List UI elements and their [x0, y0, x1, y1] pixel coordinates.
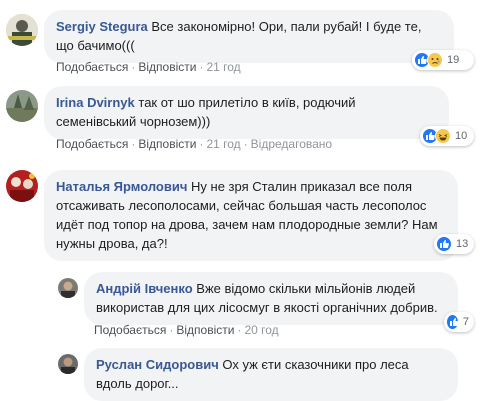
like-link[interactable]: Подобається [94, 323, 166, 337]
avatar[interactable] [58, 354, 78, 374]
reactions-summary[interactable]: 10 [420, 126, 474, 146]
comment-author[interactable]: Sergiy Stegura [56, 19, 148, 34]
sad-icon [427, 52, 443, 68]
comment-irina-dvirnyk: Irina Dvirnyk так от шо прилетіло в київ… [0, 84, 500, 156]
comment-author[interactable]: Irina Dvirnyk [56, 95, 135, 110]
avatar-image [6, 90, 38, 122]
haha-icon [435, 128, 451, 144]
like-link[interactable]: Подобається [56, 60, 128, 74]
like-link[interactable]: Подобається [56, 137, 128, 151]
comment-bubble: Sergiy Stegura Все закономірно! Ори, пал… [44, 10, 454, 63]
reactions-summary[interactable]: 19 [412, 50, 474, 70]
reply-andriy-ivchenko: Андрій Івченко Вже відомо скільки мільйо… [0, 266, 500, 338]
reaction-count: 10 [455, 130, 468, 142]
reply-link[interactable]: Відповісти [138, 137, 196, 151]
comment-author[interactable]: Наталья Ярмолович [56, 179, 187, 194]
reply-link[interactable]: Відповісти [138, 60, 196, 74]
reply-ruslan-sidorovich: Руслан Сидорович Ох уж єти сказочники пр… [0, 344, 500, 401]
reactions-summary[interactable]: 13 [434, 234, 474, 254]
avatar[interactable] [6, 14, 38, 46]
reaction-count: 7 [462, 316, 469, 328]
timestamp[interactable]: 20 год [244, 323, 278, 337]
comment-bubble: Руслан Сидорович Ох уж єти сказочники пр… [84, 348, 458, 401]
comment-author[interactable]: Андрій Івченко [96, 281, 193, 296]
reply-link[interactable]: Відповісти [176, 323, 234, 337]
reactions-summary[interactable]: 7 [444, 312, 474, 332]
comment-bubble: Irina Dvirnyk так от шо прилетіло в київ… [44, 86, 449, 139]
comment-sergiy-stegura: Sergiy Stegura Все закономірно! Ори, пал… [0, 0, 500, 80]
like-icon [446, 314, 459, 330]
avatar[interactable] [6, 170, 38, 202]
comment-author[interactable]: Руслан Сидорович [96, 357, 219, 372]
like-icon [436, 236, 452, 252]
comment-actions: Подобається · Відповісти · 21 год · Відредагов… [56, 137, 333, 151]
comment-actions: Подобається · Відповісти · 21 год [56, 60, 241, 74]
avatar-image [58, 278, 78, 298]
comment-bubble: Андрій Івченко Вже відомо скільки мільйо… [84, 272, 458, 325]
comment-natalya-yarmolovich: Наталья Ярмолович Ну не зря Сталин прика… [0, 160, 500, 261]
edited-label[interactable]: Відредаговано [251, 137, 332, 151]
avatar[interactable] [58, 278, 78, 298]
avatar-image [6, 14, 38, 46]
avatar-image [58, 354, 78, 374]
avatar[interactable] [6, 90, 38, 122]
avatar-image [6, 170, 38, 202]
reaction-count: 19 [447, 54, 460, 66]
timestamp[interactable]: 21 год [206, 60, 240, 74]
reaction-count: 13 [456, 238, 469, 250]
timestamp[interactable]: 21 год [206, 137, 240, 151]
comment-actions: Подобається · Відповісти · 20 год [94, 323, 279, 337]
comment-bubble: Наталья Ярмолович Ну не зря Сталин прика… [44, 170, 458, 261]
